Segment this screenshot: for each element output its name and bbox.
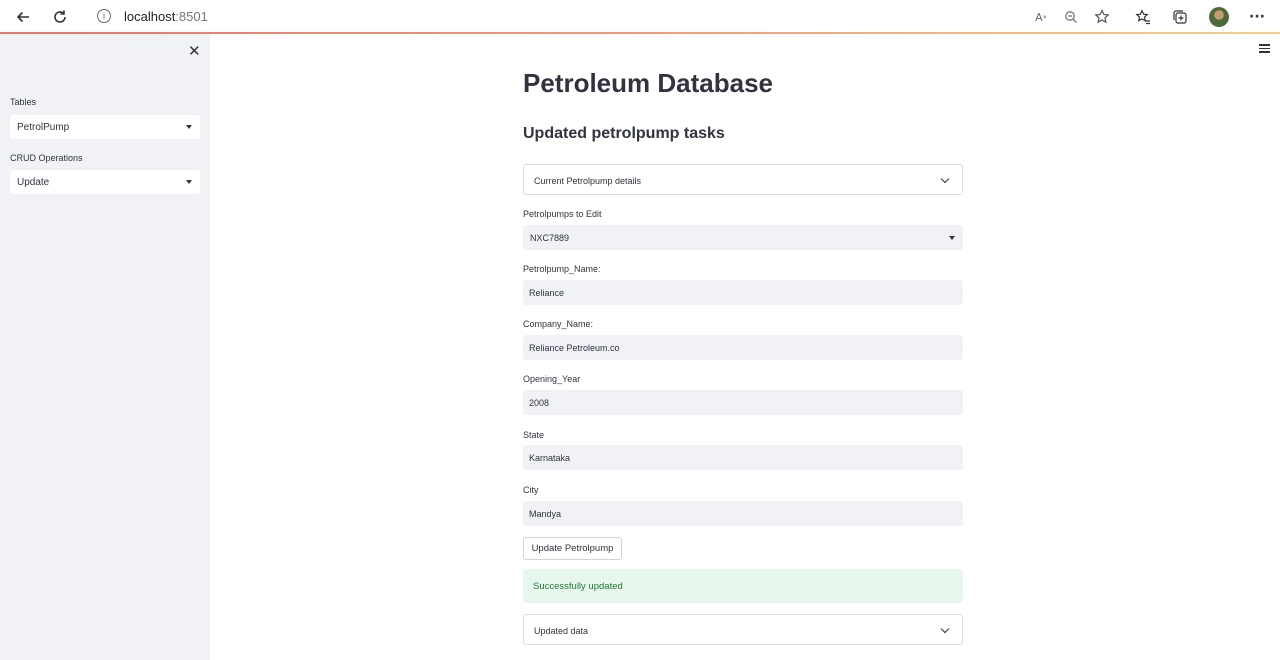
favorites-icon[interactable]	[1132, 6, 1154, 28]
site-info-icon[interactable]: i	[97, 9, 111, 23]
url-host: localhost	[124, 9, 176, 24]
update-petrolpump-button[interactable]: Update Petrolpump	[523, 537, 622, 560]
url-port: :8501	[175, 9, 208, 24]
petrolpump-edit-select[interactable]: NXC7889	[523, 225, 963, 250]
chevron-down-icon	[940, 174, 950, 184]
field-label: Petrolpump_Name:	[523, 264, 601, 274]
chevron-down-icon	[186, 180, 192, 184]
hamburger-menu-icon[interactable]	[1259, 44, 1270, 53]
updated-data-expander[interactable]: Updated data	[523, 614, 963, 645]
url-text[interactable]: localhost:8501	[124, 9, 208, 24]
crud-operations-select[interactable]: Update	[10, 170, 200, 194]
read-aloud-icon[interactable]: A»	[1030, 6, 1052, 28]
page-title: Petroleum Database	[523, 68, 773, 98]
opening-year-input[interactable]: 2008	[523, 390, 963, 415]
browser-toolbar: i localhost:8501 A» ···	[0, 0, 1280, 33]
edit-select-value: NXC7889	[530, 233, 570, 243]
reload-icon[interactable]	[49, 6, 71, 28]
field-label: Opening_Year	[523, 374, 581, 384]
section-subtitle: Updated petrolpump tasks	[523, 125, 725, 142]
crud-operations-label: CRUD Operations	[10, 153, 83, 163]
city-input[interactable]: Mandya	[523, 501, 963, 526]
chevron-down-icon	[940, 624, 950, 634]
address-bar[interactable]: i localhost:8501	[84, 3, 1120, 30]
edit-select-label: Petrolpumps to Edit	[523, 209, 602, 219]
current-details-expander[interactable]: Current Petrolpump details	[523, 164, 963, 195]
field-label: State	[523, 430, 545, 440]
petrolpump-name-input[interactable]: Reliance	[523, 280, 963, 305]
tables-select[interactable]: PetrolPump	[10, 115, 200, 139]
sidebar: ✕ Tables PetrolPump CRUD Operations Upda…	[0, 34, 210, 660]
zoom-icon[interactable]	[1060, 6, 1082, 28]
company-name-input[interactable]: Reliance Petroleum.co	[523, 335, 963, 360]
expander-label: Current Petrolpump details	[534, 176, 642, 186]
back-arrow-icon[interactable]	[12, 6, 34, 28]
chevron-down-icon	[186, 125, 192, 129]
more-options-icon[interactable]: ···	[1246, 6, 1268, 28]
success-alert: Successfully updated	[523, 569, 963, 603]
profile-avatar[interactable]	[1209, 7, 1229, 27]
collections-icon[interactable]	[1169, 6, 1191, 28]
state-input[interactable]: Karnataka	[523, 445, 963, 470]
tables-select-value: PetrolPump	[17, 122, 70, 133]
field-label: City	[523, 485, 539, 495]
crud-select-value: Update	[17, 177, 50, 188]
close-icon[interactable]: ✕	[188, 42, 201, 60]
chevron-down-icon	[949, 236, 955, 240]
field-label: Company_Name:	[523, 319, 594, 329]
tables-label: Tables	[10, 97, 37, 107]
expander-label: Updated data	[534, 626, 589, 636]
favorite-add-icon[interactable]	[1091, 6, 1113, 28]
